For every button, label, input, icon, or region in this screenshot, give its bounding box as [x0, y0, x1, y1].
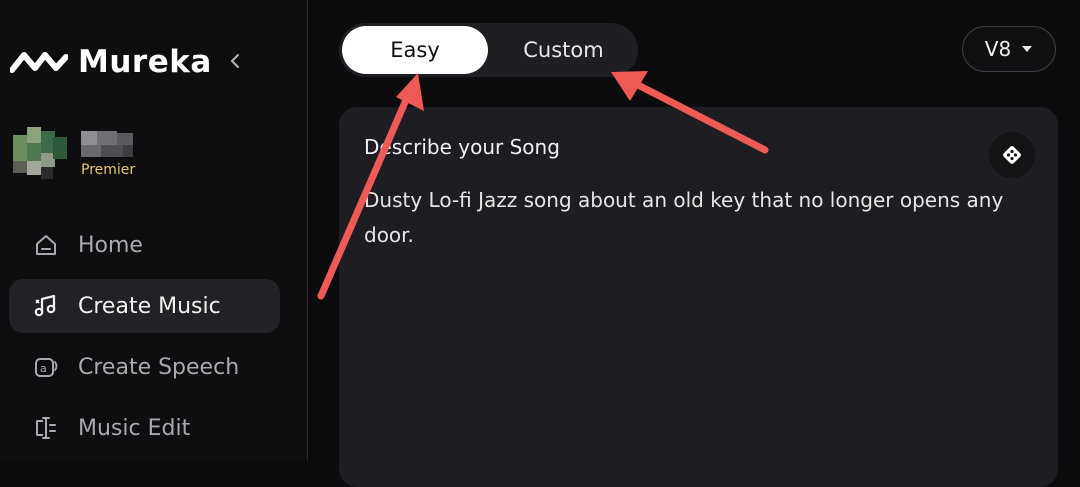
brand-name: Mureka	[78, 44, 212, 80]
sidebar-item-home[interactable]: Home	[9, 218, 280, 272]
mode-toggle: Easy Custom	[339, 23, 638, 77]
sidebar-item-create-speech[interactable]: a Create Speech	[9, 340, 280, 394]
dice-icon	[1003, 146, 1021, 164]
song-description-card: Describe your Song Dusty Lo-fi Jazz song…	[339, 107, 1058, 487]
sidebar-item-create-music[interactable]: Create Music	[9, 279, 280, 333]
speech-icon: a	[33, 354, 59, 380]
tab-easy[interactable]: Easy	[342, 26, 488, 74]
caret-down-icon	[1022, 46, 1033, 52]
svg-text:a: a	[40, 362, 47, 375]
brand[interactable]: Mureka	[10, 40, 212, 84]
sidebar-item-music-edit[interactable]: Music Edit	[9, 401, 280, 455]
music-note-icon	[33, 293, 59, 319]
mureka-logo-icon	[10, 52, 68, 73]
sidebar: Mureka Premier Home Create Music a Creat…	[0, 0, 308, 461]
username-blurred	[81, 131, 133, 157]
song-description-input[interactable]: Dusty Lo-fi Jazz song about an old key t…	[364, 183, 1004, 253]
plan-badge: Premier	[81, 162, 136, 178]
sidebar-item-label: Create Speech	[78, 354, 240, 380]
model-version-select[interactable]: V8	[962, 26, 1056, 72]
tab-custom[interactable]: Custom	[492, 26, 635, 74]
collapse-sidebar-icon[interactable]	[224, 48, 246, 74]
sidebar-item-label: Home	[78, 232, 143, 258]
sidebar-item-label: Create Music	[78, 293, 221, 319]
prompt-title: Describe your Song	[364, 135, 560, 159]
random-prompt-button[interactable]	[989, 132, 1035, 178]
edit-icon	[33, 415, 59, 441]
model-version-value: V8	[984, 37, 1012, 61]
avatar	[13, 127, 67, 179]
sidebar-item-label: Music Edit	[78, 415, 191, 441]
home-icon	[33, 232, 59, 258]
